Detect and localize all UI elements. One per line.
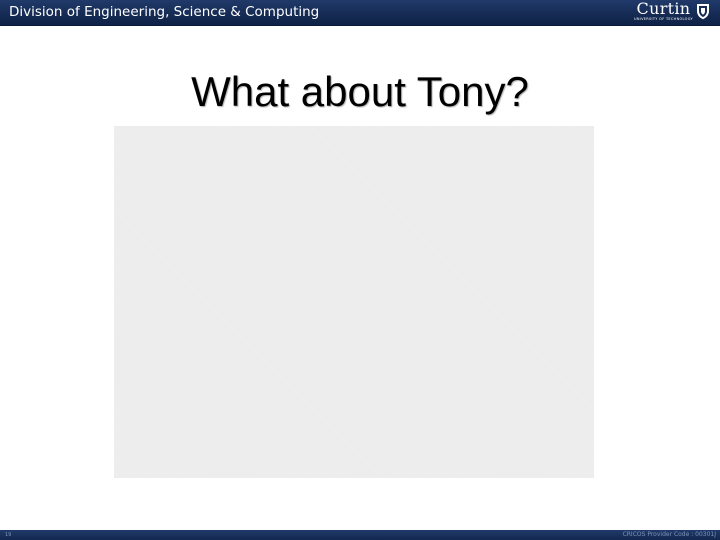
logo-subtitle: UNIVERSITY OF TECHNOLOGY bbox=[633, 17, 693, 21]
curtin-logo: Curtin UNIVERSITY OF TECHNOLOGY bbox=[634, 1, 710, 23]
footer-bar: 19 CRICOS Provider Code : 00301J bbox=[0, 530, 720, 540]
logo-wordmark: Curtin bbox=[636, 0, 691, 18]
slide-title: What about Tony? bbox=[191, 68, 529, 115]
division-title: Division of Engineering, Science & Compu… bbox=[9, 4, 320, 20]
cricos-code: CRICOS Provider Code : 00301J bbox=[622, 531, 716, 538]
slide-number: 19 bbox=[5, 532, 12, 538]
logo-text: Curtin UNIVERSITY OF TECHNOLOGY bbox=[634, 1, 693, 22]
image-placeholder bbox=[114, 126, 594, 478]
shield-crest-icon bbox=[696, 3, 710, 25]
header-bar: Division of Engineering, Science & Compu… bbox=[0, 0, 720, 26]
